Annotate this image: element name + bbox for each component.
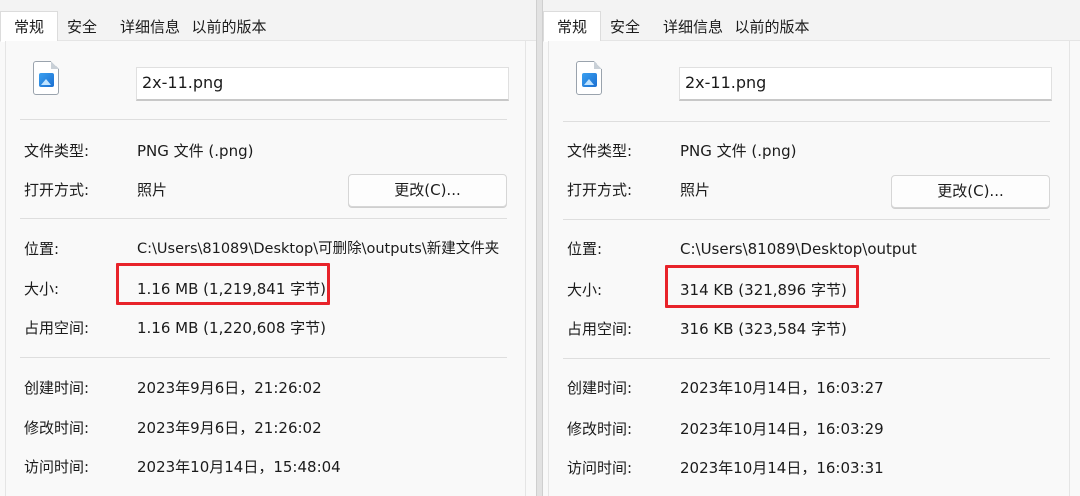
divider (20, 119, 507, 120)
size-on-disk-value: 1.16 MB (1,220,608 字节) (137, 319, 326, 337)
size-label: 大小: (567, 281, 603, 299)
open-with-value: 照片 (680, 181, 711, 199)
change-open-with-button[interactable]: 更改(C)... (348, 174, 507, 207)
tab-previous-versions[interactable]: 以前的版本 (731, 14, 813, 41)
size-on-disk-label: 占用空间: (24, 319, 90, 337)
tab-general[interactable]: 常规 (0, 11, 58, 42)
divider (563, 121, 1050, 122)
tab-security[interactable]: 安全 (60, 14, 104, 41)
tab-bar: 常规 安全 详细信息 以前的版本 (543, 0, 1080, 42)
location-value: C:\Users\81089\Desktop\可删除\outputs\新建文件夹 (137, 241, 500, 257)
file-type-label: 文件类型: (567, 142, 633, 160)
png-file-icon (576, 61, 602, 95)
size-label: 大小: (24, 280, 60, 298)
file-type-label: 文件类型: (24, 142, 90, 160)
modified-label: 修改时间: (24, 419, 90, 437)
divider (20, 218, 507, 219)
tab-previous-versions[interactable]: 以前的版本 (188, 14, 270, 41)
size-value: 314 KB (321,896 字节) (680, 281, 847, 299)
change-open-with-button[interactable]: 更改(C)... (891, 175, 1050, 208)
accessed-value: 2023年10月14日，15:48:04 (137, 458, 341, 476)
accessed-value: 2023年10月14日，16:03:31 (680, 459, 884, 477)
created-label: 创建时间: (24, 379, 90, 397)
general-tab-content: 2x-11.png 文件类型: PNG 文件 (.png) 打开方式: 照片 更… (548, 41, 1070, 496)
window-divider (536, 0, 543, 496)
tab-general[interactable]: 常规 (543, 11, 601, 42)
created-value: 2023年10月14日，16:03:27 (680, 379, 884, 397)
divider (563, 358, 1050, 359)
location-label: 位置: (24, 240, 60, 258)
tab-details[interactable]: 详细信息 (657, 14, 729, 41)
png-file-icon (33, 61, 59, 95)
size-on-disk-label: 占用空间: (567, 320, 633, 338)
properties-dialog-right: 常规 安全 详细信息 以前的版本 2x-11.png 文件类型: PNG 文件 … (543, 0, 1080, 496)
open-with-label: 打开方式: (24, 181, 90, 199)
created-label: 创建时间: (567, 379, 633, 397)
tab-bar: 常规 安全 详细信息 以前的版本 (0, 0, 536, 42)
location-value: C:\Users\81089\Desktop\output (680, 240, 917, 258)
file-name-input[interactable]: 2x-11.png (679, 67, 1052, 101)
divider (563, 219, 1050, 220)
modified-value: 2023年9月6日，21:26:02 (137, 419, 322, 437)
properties-dialog-left: 常规 安全 详细信息 以前的版本 2x-11.png 文件类型: PNG 文件 … (0, 0, 536, 496)
open-with-label: 打开方式: (567, 181, 633, 199)
location-label: 位置: (567, 240, 603, 258)
size-value: 1.16 MB (1,219,841 字节) (137, 280, 326, 298)
file-name-input[interactable]: 2x-11.png (136, 67, 509, 101)
modified-value: 2023年10月14日，16:03:29 (680, 420, 884, 438)
accessed-label: 访问时间: (567, 459, 633, 477)
file-type-value: PNG 文件 (.png) (680, 142, 797, 160)
screenshot-stage: 常规 安全 详细信息 以前的版本 2x-11.png 文件类型: PNG 文件 … (0, 0, 1080, 496)
divider (20, 357, 507, 358)
created-value: 2023年9月6日，21:26:02 (137, 379, 322, 397)
general-tab-content: 2x-11.png 文件类型: PNG 文件 (.png) 打开方式: 照片 更… (5, 41, 526, 496)
file-type-value: PNG 文件 (.png) (137, 142, 254, 160)
accessed-label: 访问时间: (24, 458, 90, 476)
tab-details[interactable]: 详细信息 (114, 14, 186, 41)
tab-security[interactable]: 安全 (603, 14, 647, 41)
open-with-value: 照片 (137, 181, 168, 199)
size-on-disk-value: 316 KB (323,584 字节) (680, 320, 847, 338)
modified-label: 修改时间: (567, 420, 633, 438)
